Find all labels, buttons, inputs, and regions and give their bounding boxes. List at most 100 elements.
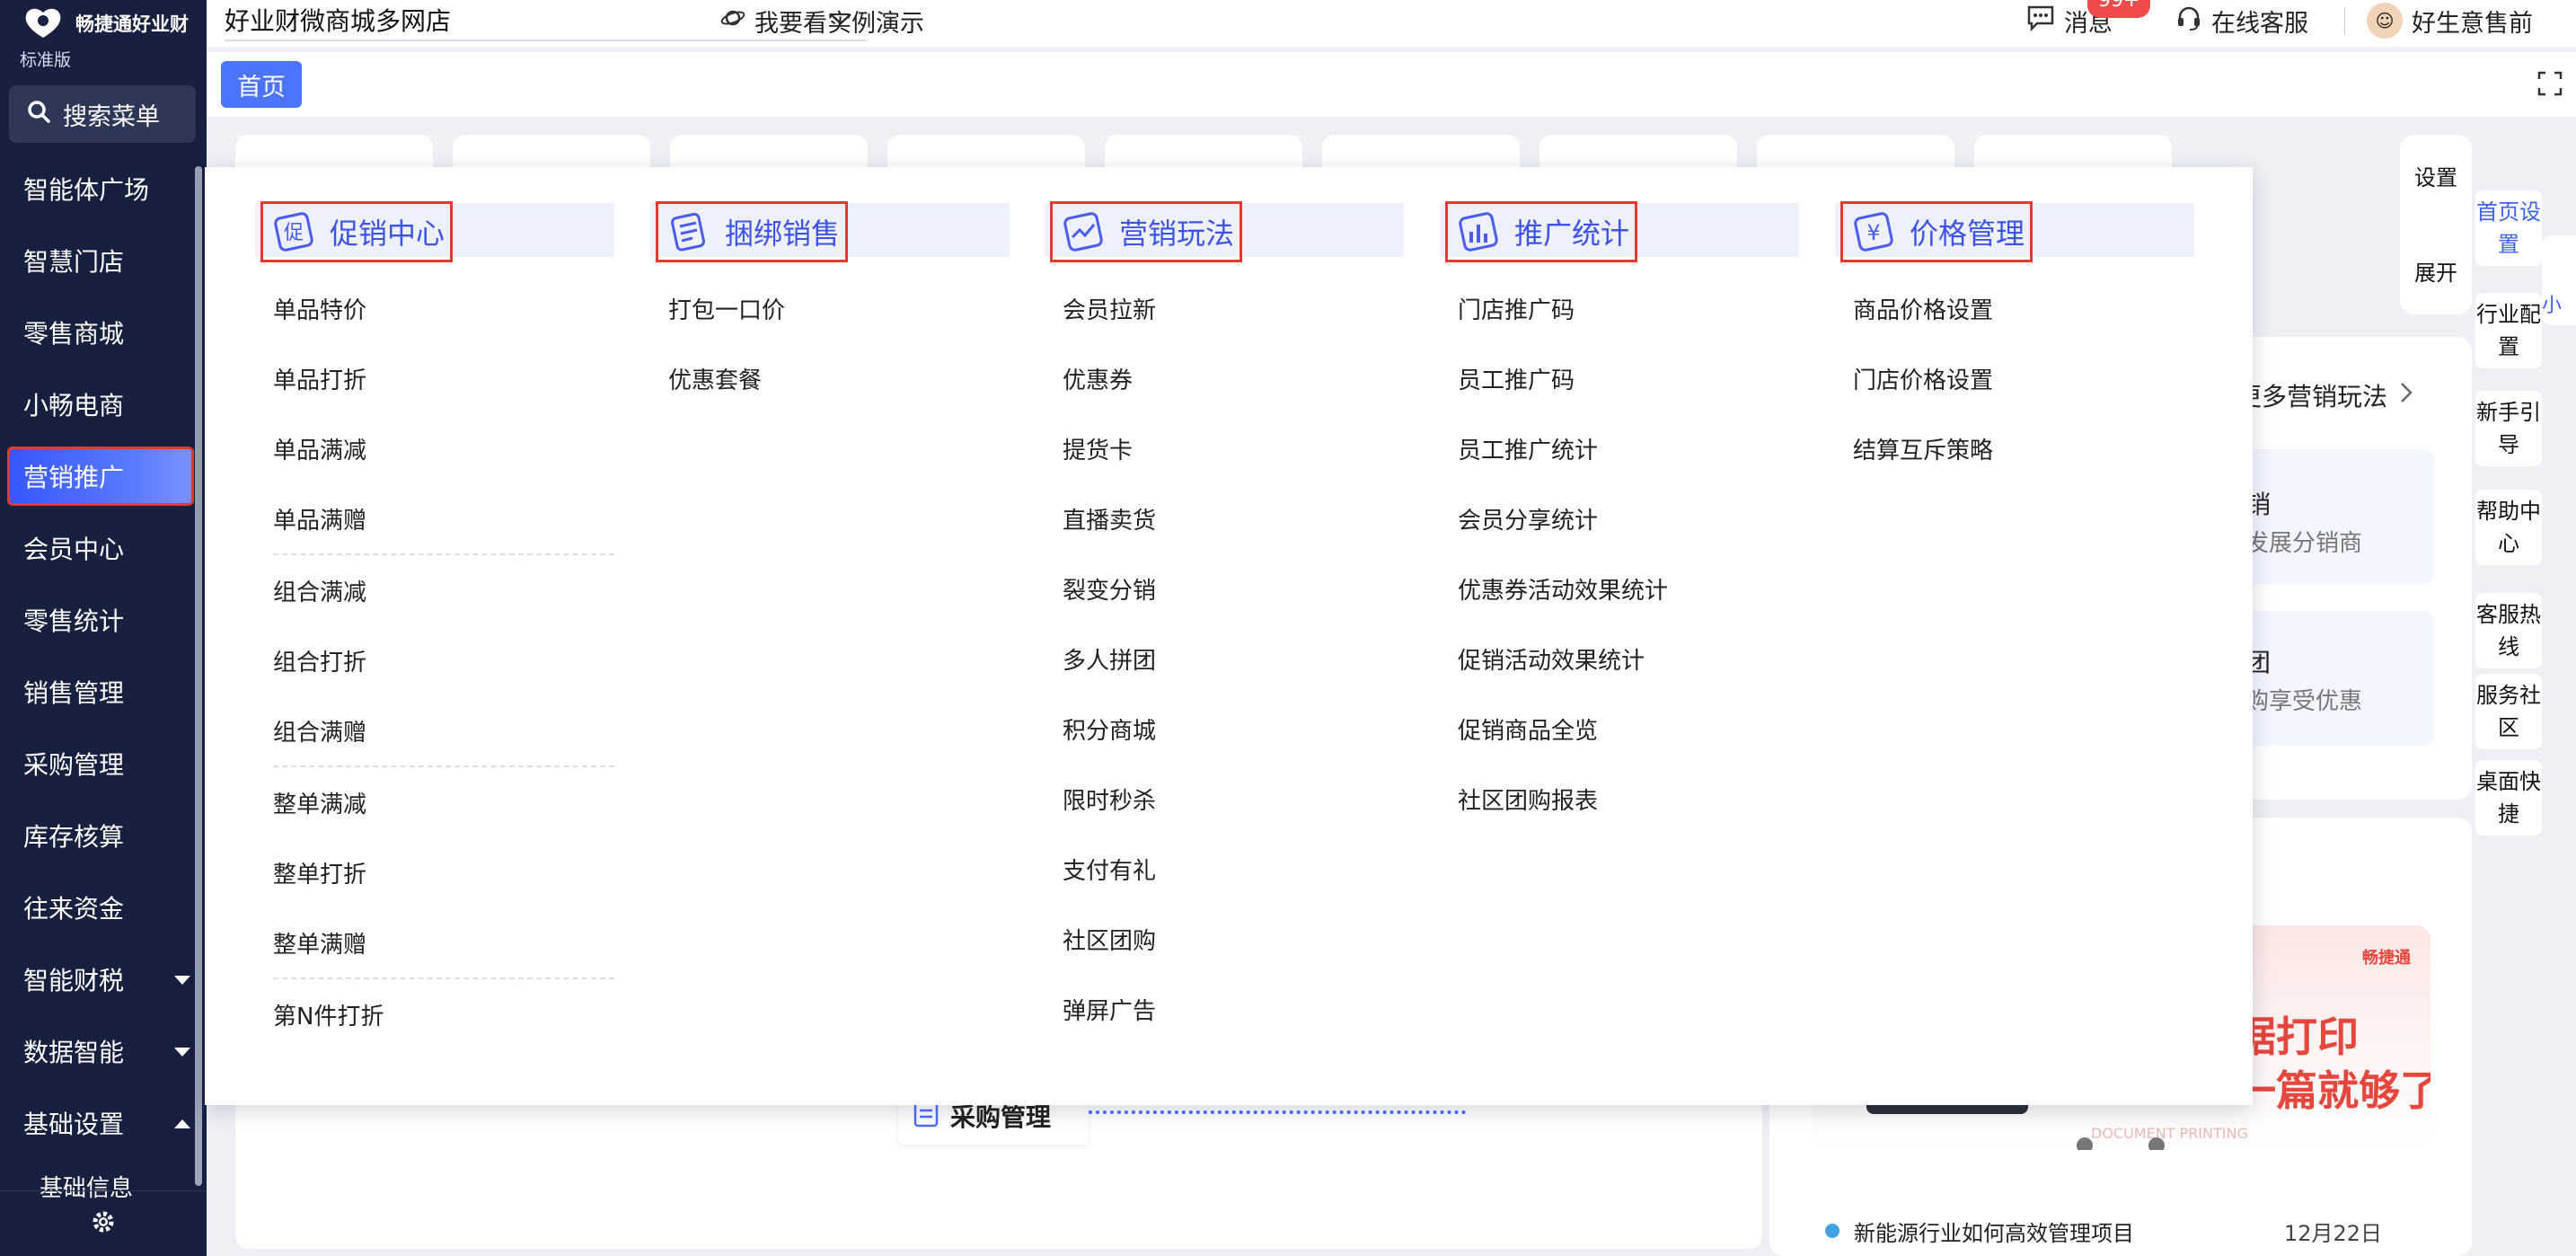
sidebar-item-11[interactable]: 智能财税 [0, 943, 207, 1015]
side-tool-button[interactable]: 新手引导 [2475, 391, 2542, 466]
menu-item[interactable]: 整单打折 [255, 837, 614, 907]
sidebar-item-5[interactable]: 会员中心 [0, 512, 207, 584]
promo-icon: 促 [269, 207, 319, 257]
menu-item[interactable]: 单品满减 [255, 413, 614, 483]
side-tool-button[interactable]: 帮助中心 [2475, 490, 2542, 565]
peek-widget[interactable]: 小 [2542, 235, 2576, 325]
side-tool-button[interactable]: 客服热线 [2475, 593, 2542, 668]
online-service-button[interactable]: 在线客服 [2175, 4, 2308, 39]
menu-search-button[interactable]: 搜索菜单 [9, 85, 196, 143]
menu-item[interactable]: 优惠券活动效果统计 [1440, 553, 1799, 624]
header-highlight-box: 营销玩法 [1050, 201, 1243, 262]
menu-item[interactable]: 员工推广统计 [1440, 413, 1799, 483]
menu-item[interactable]: 会员分享统计 [1440, 483, 1799, 553]
banner-dot[interactable] [2077, 1137, 2093, 1150]
menu-item[interactable]: 多人拼团 [1045, 624, 1404, 694]
sidebar-item-label: 库存核算 [23, 822, 125, 852]
menu-item[interactable]: 单品特价 [255, 273, 614, 343]
menu-item[interactable]: 组合打折 [255, 625, 614, 695]
top-header: 好业财微商城多网店 我要看实例演示 消息 99+ 在线客服 ☺ 好生意售前 [207, 0, 2576, 47]
sidebar-item-13[interactable]: 基础设置 [0, 1087, 207, 1159]
menu-item[interactable]: 社区团购 [1045, 904, 1404, 974]
menu-item[interactable]: 会员拉新 [1045, 273, 1404, 343]
sidebar-item-12[interactable]: 数据智能 [0, 1015, 207, 1087]
menu-item[interactable]: 单品打折 [255, 343, 614, 413]
promo-card-distribution-sub: 发展分销商 [2245, 530, 2363, 557]
more-marketing-link[interactable]: 更多营销玩法 [2236, 377, 2387, 413]
settings-button[interactable]: 设置 [2400, 162, 2472, 194]
marketing-mega-menu: 促 促销中心 单品特价 单品打折 单品满减 单品满赠 组合满减 组合打折 组合满赠 整单满减 整单打… [205, 167, 2253, 1105]
menu-item[interactable]: 整单满减 [255, 767, 614, 837]
demo-link[interactable]: 我要看实例演示 [720, 0, 924, 41]
menu-item[interactable]: 直播卖货 [1045, 483, 1404, 553]
menu-item[interactable]: 优惠券 [1045, 343, 1404, 413]
side-tool-button[interactable]: 行业配置 [2475, 293, 2542, 368]
menu-column-3: 推广统计门店推广码 员工推广码 员工推广统计 会员分享统计 优惠券活动效果统计 促销活动效… [1440, 201, 1799, 834]
sidebar-item-2[interactable]: 零售商城 [0, 296, 207, 368]
side-tool-button[interactable]: 桌面快捷 [2475, 760, 2542, 836]
sidebar-item-label: 会员中心 [23, 535, 125, 564]
menu-search-label: 搜索菜单 [63, 102, 160, 131]
sidebar-scrollbar[interactable] [195, 166, 202, 1186]
menu-item[interactable]: 社区团购报表 [1440, 764, 1799, 834]
gear-icon[interactable] [90, 1208, 117, 1239]
menu-item[interactable]: 促销商品全览 [1440, 694, 1799, 764]
menu-item[interactable]: 积分商城 [1045, 694, 1404, 764]
menu-column-header: ¥ 价格管理 [1835, 201, 2194, 262]
tab-home[interactable]: 首页 [221, 61, 302, 108]
sidebar-item-10[interactable]: 往来资金 [0, 871, 207, 943]
news-row[interactable]: 新能源行业如何高效管理项目 12月22日 [1825, 1215, 2382, 1247]
marketing-icon [1058, 207, 1108, 257]
menu-item[interactable]: 结算互斥策略 [1835, 413, 2194, 483]
search-icon [27, 100, 50, 129]
header-divider [2344, 7, 2345, 34]
promo-card-distribution[interactable] [2245, 449, 2434, 584]
news-date: 12月22日 [2283, 1220, 2382, 1246]
sidebar-item-1[interactable]: 智慧门店 [0, 225, 207, 296]
menu-item[interactable]: 支付有礼 [1045, 834, 1404, 904]
sidebar-item-label: 智慧门店 [23, 247, 125, 277]
menu-item[interactable]: 优惠套餐 [650, 343, 1010, 413]
sidebar-item-6[interactable]: 零售统计 [0, 584, 207, 656]
menu-item[interactable]: 弹屏广告 [1045, 974, 1404, 1044]
chevron-right-icon [2398, 381, 2414, 408]
brand: 畅捷通好业财 [20, 4, 189, 43]
expand-button[interactable]: 展开 [2400, 257, 2472, 289]
side-tool-button[interactable]: 服务社区 [2475, 674, 2542, 749]
menu-item[interactable]: 商品价格设置 [1835, 273, 2194, 343]
sidebar-item-9[interactable]: 库存核算 [0, 800, 207, 871]
caret-down-icon [174, 1048, 190, 1057]
menu-item[interactable]: 门店推广码 [1440, 273, 1799, 343]
menu-item[interactable]: 门店价格设置 [1835, 343, 2194, 413]
menu-item[interactable]: 员工推广码 [1440, 343, 1799, 413]
menu-item[interactable]: 组合满减 [255, 555, 614, 625]
avatar: ☺ [2367, 3, 2403, 39]
menu-item[interactable]: 打包一口价 [650, 273, 1010, 343]
user-name: 好生意售前 [2412, 9, 2533, 38]
bullet-icon [1825, 1224, 1839, 1238]
menu-item[interactable]: 限时秒杀 [1045, 764, 1404, 834]
menu-item[interactable]: 整单满赠 [255, 907, 614, 977]
menu-item[interactable]: 提货卡 [1045, 413, 1404, 483]
svg-text:¥: ¥ [1866, 220, 1880, 245]
menu-item[interactable]: 裂变分销 [1045, 553, 1404, 624]
menu-column-1: 捆绑销售 打包一口价 优惠套餐 [650, 201, 1010, 413]
menu-item[interactable]: 单品满赠 [255, 483, 614, 553]
banner-dot[interactable] [2148, 1137, 2165, 1150]
sidebar-item-label: 智能财税 [23, 966, 125, 995]
menu-item[interactable]: 组合满赠 [255, 695, 614, 765]
menu-item[interactable]: 第N件打折 [255, 979, 614, 1049]
messages-button[interactable]: 消息 99+ [2026, 0, 2151, 39]
side-tool-button[interactable]: 首页设置 [2475, 190, 2542, 266]
user-menu[interactable]: ☺ 好生意售前 [2367, 3, 2533, 39]
fullscreen-icon[interactable] [2536, 70, 2563, 101]
sidebar-item-3[interactable]: 小畅电商 [0, 368, 207, 440]
sidebar-item-4[interactable]: 营销推广 [0, 440, 207, 512]
header-highlight-box: 推广统计 [1445, 201, 1638, 262]
sidebar-item-7[interactable]: 销售管理 [0, 656, 207, 728]
sidebar-item-0[interactable]: 智能体广场 [0, 153, 207, 225]
promo-card-group-sub: 购享受优惠 [2245, 688, 2363, 715]
sidebar-item-8[interactable]: 采购管理 [0, 728, 207, 800]
menu-item[interactable]: 促销活动效果统计 [1440, 624, 1799, 694]
promo-card-group[interactable] [2245, 611, 2434, 746]
